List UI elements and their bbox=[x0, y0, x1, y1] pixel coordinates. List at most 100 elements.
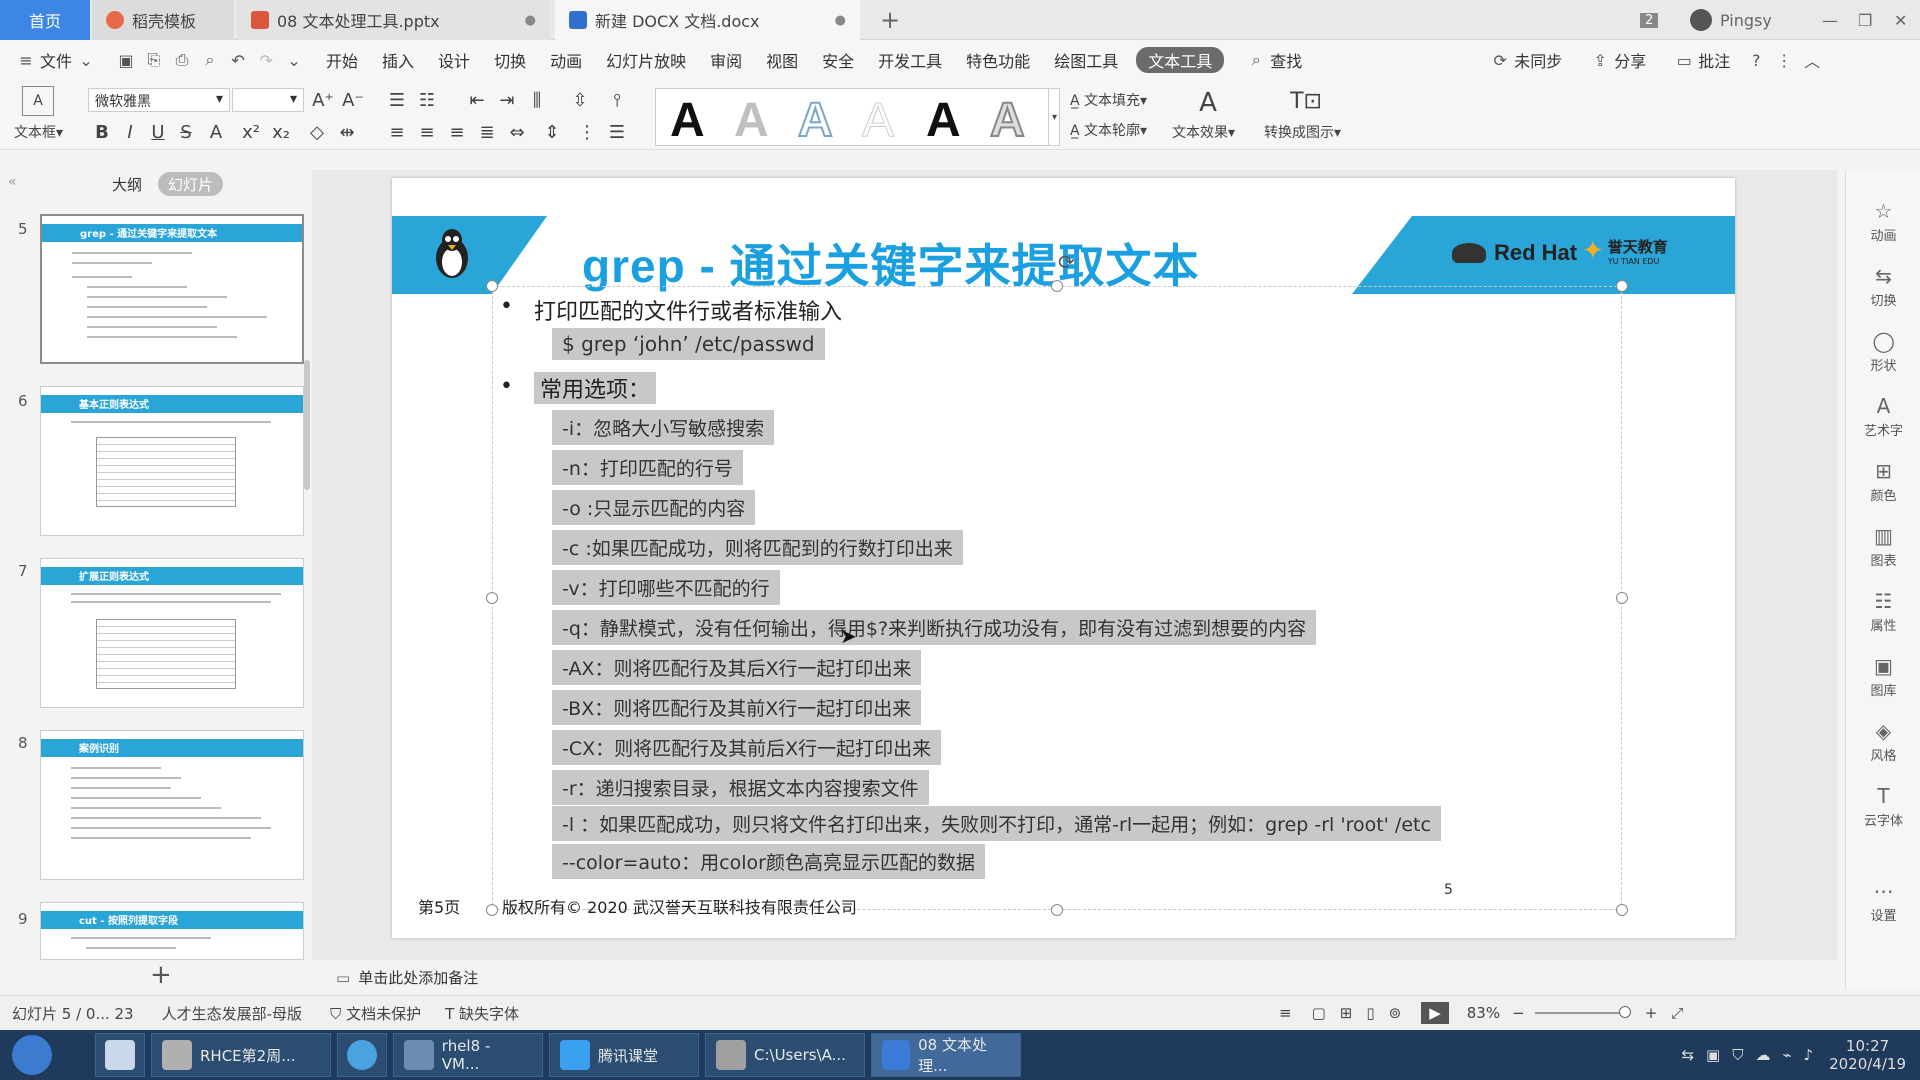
resize-handle[interactable] bbox=[486, 280, 498, 292]
volume-icon[interactable]: ♪ bbox=[1804, 1046, 1814, 1064]
zoom-slider-thumb[interactable] bbox=[1618, 1006, 1631, 1018]
fit-window-icon[interactable]: ⤢ bbox=[1671, 1004, 1683, 1022]
option-item[interactable]: -CX：则将匹配行及其前后X行一起打印出来 bbox=[552, 730, 942, 765]
convert-smartart-button[interactable]: 转换成图示▾ bbox=[1264, 122, 1341, 142]
taskbar-app-active[interactable]: 08 文本处理... bbox=[871, 1033, 1021, 1077]
columns-icon[interactable]: ⫼ bbox=[525, 88, 549, 112]
zoom-in-icon[interactable]: + bbox=[1645, 1004, 1658, 1022]
align-left-icon[interactable]: ≡ bbox=[385, 120, 409, 144]
notes-placeholder[interactable]: 单击此处添加备注 bbox=[358, 967, 478, 988]
sidebar-properties[interactable]: ☷ 属性 bbox=[1846, 590, 1920, 634]
slide-5[interactable]: grep - 通过关键字来提取文本 Red Hat ✦ 誉天教育 YU TIAN… bbox=[392, 178, 1735, 938]
user-account[interactable]: Pingsy bbox=[1690, 0, 1772, 40]
sidebar-cloud-font[interactable]: T 云字体 bbox=[1846, 785, 1920, 829]
menu-item[interactable]: 特色功能 bbox=[954, 40, 1042, 80]
new-tab-button[interactable]: + bbox=[870, 0, 910, 40]
notes-toggle-icon[interactable]: ≡ bbox=[1279, 1004, 1292, 1022]
start-button[interactable] bbox=[12, 1035, 52, 1075]
option-item[interactable]: -n：打印匹配的行号 bbox=[552, 450, 743, 485]
zoom-out-icon[interactable]: − bbox=[1512, 1004, 1525, 1022]
menu-item[interactable]: 开始 bbox=[314, 40, 370, 80]
save-icon[interactable]: ▣ bbox=[116, 50, 136, 70]
menu-item[interactable]: 切换 bbox=[482, 40, 538, 80]
resize-handle[interactable] bbox=[1051, 904, 1063, 916]
option-item[interactable]: -c :如果匹配成功，则将匹配到的行数打印出来 bbox=[552, 530, 963, 565]
normal-view-icon[interactable]: ▢ bbox=[1312, 1004, 1326, 1022]
font-color-icon[interactable]: A bbox=[204, 120, 228, 144]
tab-docx[interactable]: 新建 DOCX 文档.docx ● bbox=[555, 0, 860, 40]
resize-handle[interactable] bbox=[1616, 592, 1628, 604]
option-item[interactable]: -l ：如果匹配成功，则只将文件名打印出来，失败则不打印，通常-rl一起用；例如… bbox=[552, 806, 1441, 841]
reading-view-icon[interactable]: ▯ bbox=[1366, 1004, 1374, 1022]
sorter-view-icon[interactable]: ⊞ bbox=[1340, 1004, 1353, 1022]
textbox-button[interactable]: 文本框▾ bbox=[14, 122, 63, 142]
add-slide-button[interactable]: + bbox=[150, 960, 172, 990]
text-style-gallery[interactable]: A A A A A A bbox=[655, 88, 1060, 148]
text-direction-icon[interactable]: ⫯ bbox=[605, 88, 629, 112]
close-icon[interactable]: ● bbox=[525, 13, 536, 28]
preview-icon[interactable]: ⌕ bbox=[200, 50, 220, 70]
tab-pptx[interactable]: 08 文本处理工具.pptx ● bbox=[237, 0, 550, 40]
sidebar-style[interactable]: ◈ 风格 bbox=[1846, 720, 1920, 764]
style-thin-outline[interactable]: A bbox=[861, 93, 894, 148]
menu-item[interactable]: 视图 bbox=[754, 40, 810, 80]
search-button[interactable]: ⌕ 查找 bbox=[1230, 40, 1314, 80]
option-item[interactable]: -AX：则将匹配行及其后X行一起打印出来 bbox=[552, 650, 922, 685]
close-window-button[interactable]: ✕ bbox=[1894, 0, 1907, 40]
resize-handle[interactable] bbox=[486, 592, 498, 604]
menu-item[interactable]: 安全 bbox=[810, 40, 866, 80]
share-button[interactable]: ⇪ 分享 bbox=[1574, 40, 1658, 80]
vertical-align-icon[interactable]: ⇕ bbox=[540, 120, 564, 144]
sidebar-color[interactable]: ⊞ 颜色 bbox=[1846, 460, 1920, 504]
underline-icon[interactable]: U bbox=[148, 120, 168, 144]
option-item[interactable]: -i：忽略大小写敏感搜索 bbox=[552, 410, 775, 445]
print-icon[interactable]: ⎙ bbox=[172, 50, 192, 70]
network-icon[interactable]: ⌁ bbox=[1782, 1046, 1791, 1064]
menu-item[interactable]: 幻灯片放映 bbox=[594, 40, 698, 80]
menu-item[interactable]: 开发工具 bbox=[866, 40, 954, 80]
panel-scrollbar[interactable] bbox=[304, 360, 310, 490]
option-item[interactable]: -q：静默模式，没有任何输出，得用$?来判断执行成功没有，即有没有过滤到想要的内… bbox=[552, 610, 1317, 645]
indent-decrease-icon[interactable]: ⇤ bbox=[465, 88, 489, 112]
taskbar-app[interactable]: C:\Users\A... bbox=[705, 1033, 865, 1077]
sidebar-animation[interactable]: ☆ 动画 bbox=[1846, 200, 1920, 244]
taskbar-app[interactable]: 腾讯课堂 bbox=[549, 1033, 699, 1077]
numbered-list-icon[interactable]: ☷ bbox=[415, 88, 439, 112]
menu-item[interactable]: 审阅 bbox=[698, 40, 754, 80]
option-item[interactable]: -o :只显示匹配的内容 bbox=[552, 490, 756, 525]
help-icon[interactable]: ? bbox=[1746, 50, 1766, 70]
sidebar-wordart[interactable]: A 艺术字 bbox=[1846, 395, 1920, 439]
tray-icon[interactable]: ⇆ bbox=[1681, 1046, 1694, 1064]
style-outline-blue[interactable]: A bbox=[797, 93, 834, 148]
sidebar-settings[interactable]: ⋯ 设置 bbox=[1846, 880, 1920, 924]
decrease-font-icon[interactable]: A⁻ bbox=[342, 88, 364, 112]
window-count-badge[interactable]: 2 bbox=[1640, 0, 1659, 40]
export-icon[interactable]: ⎘ bbox=[144, 50, 164, 70]
sidebar-gallery[interactable]: ▣ 图库 bbox=[1846, 655, 1920, 699]
sync-button[interactable]: ⟳ 未同步 bbox=[1474, 40, 1574, 80]
protect-status[interactable]: ⛉ 文档未保护 bbox=[330, 1003, 421, 1024]
superscript-icon[interactable]: x² bbox=[240, 120, 262, 144]
taskbar-app[interactable]: RHCE第2周... bbox=[151, 1033, 331, 1077]
menu-item[interactable]: 动画 bbox=[538, 40, 594, 80]
menu-item[interactable]: 绘图工具 bbox=[1042, 40, 1130, 80]
indent-increase-icon[interactable]: ⇥ bbox=[495, 88, 519, 112]
taskbar-app-pinned[interactable] bbox=[95, 1033, 145, 1077]
tab-outline[interactable]: 大纲 bbox=[102, 172, 152, 196]
collapse-ribbon-icon[interactable]: ︿ bbox=[1802, 50, 1822, 71]
annotate-button[interactable]: ▭ 批注 bbox=[1658, 40, 1742, 80]
missing-font-status[interactable]: T 缺失字体 bbox=[445, 1003, 519, 1024]
sidebar-chart[interactable]: ▥ 图表 bbox=[1846, 525, 1920, 569]
italic-icon[interactable]: I bbox=[120, 120, 140, 144]
justify-icon[interactable]: ≣ bbox=[475, 120, 499, 144]
tab-home[interactable]: 首页 bbox=[0, 0, 90, 40]
text-outline-button[interactable]: A̲ 文本轮廓▾ bbox=[1070, 120, 1147, 140]
font-size-select[interactable]: ▾ bbox=[232, 88, 304, 112]
bullet-list-icon[interactable]: ☰ bbox=[385, 88, 409, 112]
resize-handle[interactable] bbox=[1616, 280, 1628, 292]
subscript-icon[interactable]: x₂ bbox=[270, 120, 292, 144]
tab-slides[interactable]: 幻灯片 bbox=[158, 172, 224, 196]
option-item[interactable]: --color=auto：用color颜色高亮显示匹配的数据 bbox=[552, 844, 985, 879]
rotate-handle-icon[interactable]: ⟳ bbox=[1058, 250, 1075, 274]
text-fill-button[interactable]: A̲ 文本填充▾ bbox=[1070, 90, 1147, 110]
